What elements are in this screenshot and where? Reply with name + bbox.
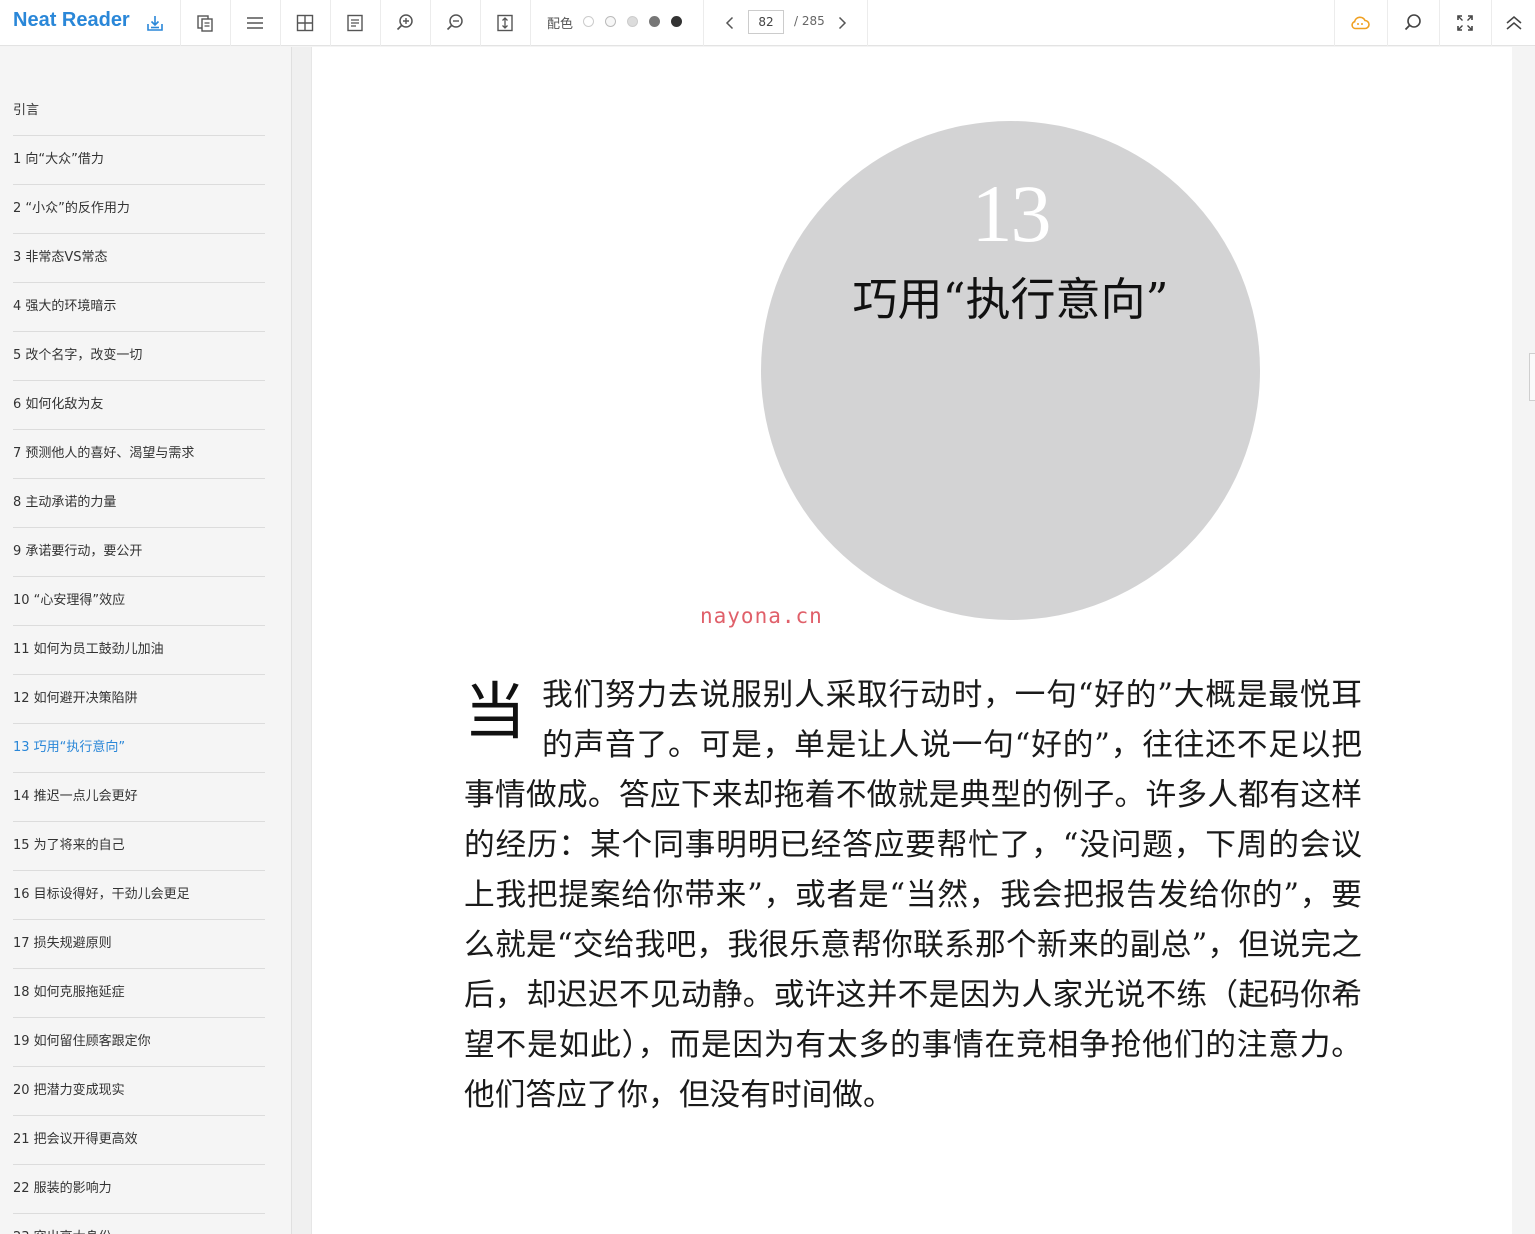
- color-swatch-gray[interactable]: [627, 16, 638, 27]
- copy-icon[interactable]: [180, 0, 230, 46]
- notes-icon[interactable]: [330, 0, 380, 46]
- toc-item[interactable]: 引言: [13, 87, 265, 136]
- toc-item[interactable]: 6 如何化敌为友: [13, 381, 265, 430]
- book-page: 13 巧用“执行意向” nayona.cn 当我们努力去说服别人采取行动时，一句…: [312, 47, 1512, 1234]
- chapter-number: 13: [971, 168, 1052, 259]
- app-logo: Neat Reader: [13, 9, 130, 31]
- color-swatch-light[interactable]: [605, 16, 616, 27]
- toc-item[interactable]: 16 目标设得好，干劲儿会更足: [13, 871, 265, 920]
- zoom-out-icon[interactable]: [430, 0, 480, 46]
- collapse-up-icon[interactable]: [1492, 0, 1535, 46]
- page-total: / 285: [794, 14, 825, 28]
- toc-item[interactable]: 8 主动承诺的力量: [13, 479, 265, 528]
- cloud-sync-icon[interactable]: [1335, 0, 1385, 46]
- prev-page-icon[interactable]: [712, 0, 748, 46]
- toc-item[interactable]: 7 预测他人的喜好、渴望与需求: [13, 430, 265, 479]
- fit-height-icon[interactable]: [480, 0, 530, 46]
- toc-item[interactable]: 1 向“大众”借力: [13, 136, 265, 185]
- watermark: nayona.cn: [700, 604, 823, 628]
- fullscreen-icon[interactable]: [1440, 0, 1490, 46]
- drop-cap: 当: [464, 675, 527, 748]
- chapter-title: 巧用“执行意向”: [852, 273, 1169, 326]
- body-paragraph: 我们努力去说服别人采取行动时，一句“好的”大概是最悦耳的声音了。可是，单是让人说…: [464, 678, 1362, 1113]
- toc-item[interactable]: 19 如何留住顾客跟定你: [13, 1018, 265, 1067]
- search-icon[interactable]: [1388, 0, 1438, 46]
- right-gutter: [1512, 47, 1535, 1234]
- toc-item[interactable]: 20 把潜力变成现实: [13, 1067, 265, 1116]
- chapter-heading-circle: 13 巧用“执行意向”: [761, 121, 1260, 620]
- toc-item[interactable]: 23 突出高大身份: [13, 1214, 265, 1234]
- menu-icon[interactable]: [230, 0, 280, 46]
- toc-item[interactable]: 11 如何为员工鼓劲儿加油: [13, 626, 265, 675]
- toc-item[interactable]: 15 为了将来的自己: [13, 822, 265, 871]
- toc-item[interactable]: 10 “心安理得”效应: [13, 577, 265, 626]
- color-swatch-black[interactable]: [671, 16, 682, 27]
- toc-item[interactable]: 17 损失规避原则: [13, 920, 265, 969]
- zoom-in-icon[interactable]: [380, 0, 430, 46]
- toc-item[interactable]: 21 把会议开得更高效: [13, 1116, 265, 1165]
- toc-item[interactable]: 3 非常态VS常态: [13, 234, 265, 283]
- sidebar-scroll-gutter: [292, 47, 312, 1234]
- toolbar: Neat Reader 配色 / 285: [0, 0, 1535, 46]
- toc-item[interactable]: 9 承诺要行动，要公开: [13, 528, 265, 577]
- next-page-icon[interactable]: [824, 0, 860, 46]
- color-swatch-white[interactable]: [583, 16, 594, 27]
- toc-item[interactable]: 14 推迟一点儿会更好: [13, 773, 265, 822]
- toc-sidebar: 引言 1 向“大众”借力 2 “小众”的反作用力 3 非常态VS常态 4 强大的环境暗示…: [0, 47, 292, 1234]
- toc-item[interactable]: 5 改个名字，改变一切: [13, 332, 265, 381]
- color-swatch-dark[interactable]: [649, 16, 660, 27]
- toc-item[interactable]: 4 强大的环境暗示: [13, 283, 265, 332]
- toc-item[interactable]: 13 巧用“执行意向”: [13, 724, 265, 773]
- table-of-contents: 引言 1 向“大众”借力 2 “小众”的反作用力 3 非常态VS常态 4 强大的环境暗示…: [13, 87, 265, 1234]
- toc-item[interactable]: 2 “小众”的反作用力: [13, 185, 265, 234]
- toc-item[interactable]: 12 如何避开决策陷阱: [13, 675, 265, 724]
- color-scheme-label: 配色: [547, 17, 574, 32]
- bookshelf-icon[interactable]: [130, 0, 180, 46]
- toc-item[interactable]: 22 服装的影响力: [13, 1165, 265, 1214]
- chapter-body: 当我们努力去说服别人采取行动时，一句“好的”大概是最悦耳的声音了。可是，单是让人…: [464, 671, 1362, 1121]
- toc-item[interactable]: 18 如何克服拖延症: [13, 969, 265, 1018]
- page-scroll-handle[interactable]: [1529, 353, 1535, 401]
- page-number-input[interactable]: [748, 10, 784, 34]
- grid-icon[interactable]: [280, 0, 330, 46]
